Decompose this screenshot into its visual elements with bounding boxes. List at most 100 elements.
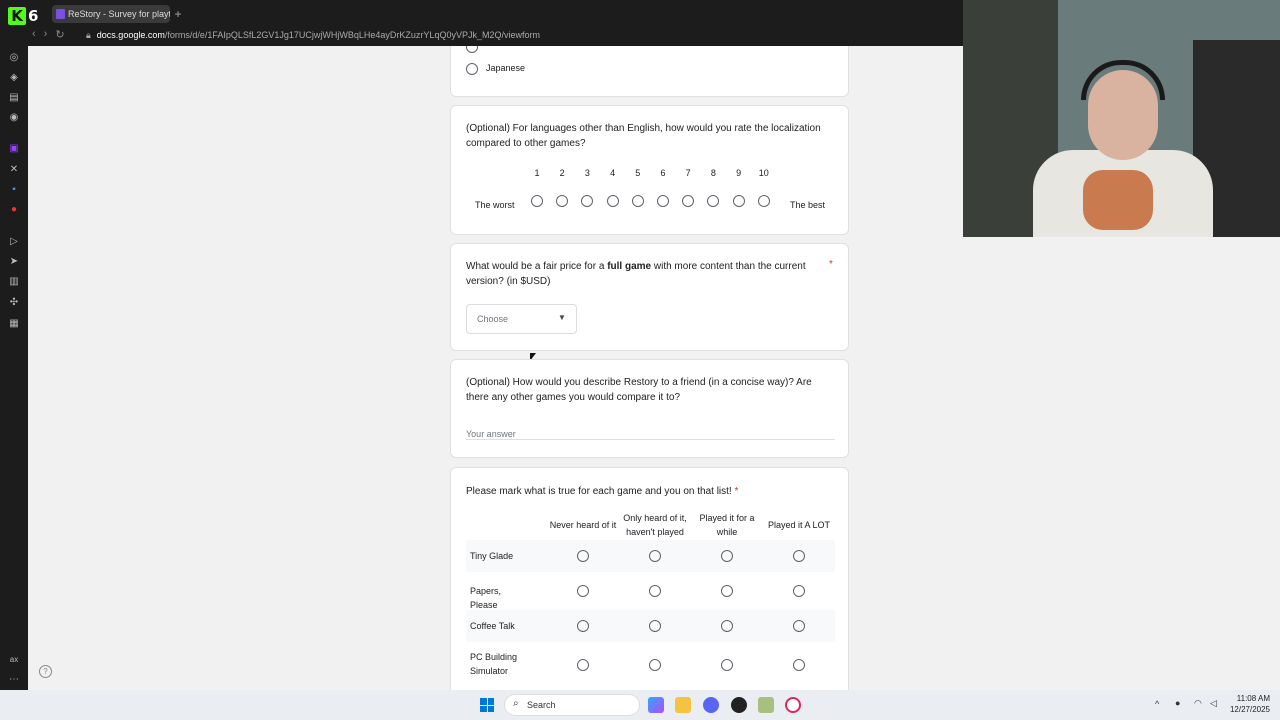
forward-icon[interactable]: › xyxy=(44,28,48,41)
more-icon[interactable]: ⋯ xyxy=(8,674,20,686)
record-icon[interactable]: ● xyxy=(8,204,20,216)
windows-start-icon[interactable] xyxy=(480,698,494,712)
tab-restory-survey[interactable]: ReStory - Survey for playte xyxy=(52,5,170,23)
grid-radio-1-2[interactable] xyxy=(649,550,661,562)
scale-radio-2[interactable] xyxy=(556,195,569,207)
grid-radio-1-3[interactable] xyxy=(721,550,733,562)
radio-partial[interactable] xyxy=(466,46,478,53)
grid-radio-3-2[interactable] xyxy=(649,620,661,632)
new-tab-button[interactable]: + xyxy=(172,6,184,22)
kick-logo[interactable]: K 6 xyxy=(8,6,44,26)
shield-icon[interactable]: ▪ xyxy=(8,184,20,196)
grid-radio-4-3[interactable] xyxy=(721,659,733,671)
grid-radio-1-4[interactable] xyxy=(793,550,805,562)
scale-radio-6[interactable] xyxy=(657,195,669,207)
grid-radio-4-1[interactable] xyxy=(577,659,589,671)
grid-question-text: Please mark what is true for each game a… xyxy=(466,484,738,499)
headset-icon xyxy=(1081,60,1165,100)
price-question-card: What would be a fair price for a full ga… xyxy=(450,243,849,351)
file-explorer-icon[interactable] xyxy=(675,697,691,713)
url-domain: docs.google.com xyxy=(96,30,165,40)
grid-column-header-3: Played it for a while xyxy=(699,513,755,537)
table-row: PC Building Simulator xyxy=(466,646,835,684)
sidebar-app-icon-2[interactable]: ◈ xyxy=(8,72,20,84)
scale-low-label: The worst xyxy=(475,200,515,210)
scale-radio-7[interactable] xyxy=(682,195,695,207)
grid-radio-1-1[interactable] xyxy=(577,550,589,562)
clock-time[interactable]: 11:08 AM xyxy=(1228,694,1270,703)
help-icon[interactable]: ? xyxy=(39,665,52,678)
sidebar-app-icon-4[interactable]: ◉ xyxy=(8,112,20,124)
back-icon[interactable]: ‹ xyxy=(32,28,36,41)
grid-radio-4-4[interactable] xyxy=(793,659,805,671)
copilot-icon[interactable] xyxy=(648,697,664,713)
scale-number-2: 2 xyxy=(559,168,565,178)
forms-favicon-icon xyxy=(56,9,65,19)
wifi-icon[interactable]: ◠ xyxy=(1194,698,1202,709)
wallet-icon[interactable]: ▦ xyxy=(8,318,20,330)
price-dropdown[interactable]: Choose ▼ xyxy=(466,304,577,334)
describe-question-card: (Optional) How would you describe Restor… xyxy=(450,359,849,458)
scale-number-3: 3 xyxy=(584,168,590,178)
twitch-icon[interactable]: ▣ xyxy=(8,143,20,155)
scale-radio-10[interactable] xyxy=(757,195,770,207)
scale-radio-3[interactable] xyxy=(581,195,594,207)
scale-number-10: 10 xyxy=(758,168,769,178)
opera-icon[interactable] xyxy=(785,697,801,713)
grid-row-label: PC Building Simulator xyxy=(470,652,518,676)
taskbar-search[interactable]: ⌕ Search xyxy=(504,694,640,716)
tray-chevron-icon[interactable]: ^ xyxy=(1155,699,1159,709)
grid-radio-2-4[interactable] xyxy=(793,585,805,597)
reload-icon[interactable]: ↻ xyxy=(55,28,64,41)
table-row: Papers, Please xyxy=(466,575,835,610)
address-bar[interactable]: 🔒︎ docs.google.com/forms/d/e/1FAIpQLSfL2… xyxy=(86,27,686,43)
scale-number-4: 4 xyxy=(610,168,616,178)
radio-japanese[interactable] xyxy=(466,63,478,75)
obs-icon[interactable] xyxy=(731,697,747,713)
x-icon[interactable]: ✕ xyxy=(8,164,20,176)
scale-radio-5[interactable] xyxy=(631,195,644,207)
grid-radio-3-3[interactable] xyxy=(721,620,733,632)
browser-toolbar: K 6 ReStory - Survey for playte + ‹ › ↻ … xyxy=(0,0,963,46)
answer-placeholder: Your answer xyxy=(466,429,516,439)
scale-radio-8[interactable] xyxy=(707,195,720,207)
grid-radio-3-1[interactable] xyxy=(577,620,589,632)
required-asterisk: * xyxy=(829,259,833,270)
grid-radio-3-4[interactable] xyxy=(793,620,805,632)
grid-radio-4-2[interactable] xyxy=(649,659,661,671)
scale-radio-1[interactable] xyxy=(531,195,543,207)
webcam-shirt-graphic xyxy=(1083,170,1153,230)
grid-radio-2-2[interactable] xyxy=(649,585,661,597)
grid-radio-2-1[interactable] xyxy=(577,585,589,597)
scale-radio-9[interactable] xyxy=(732,195,745,207)
clock-date[interactable]: 12/27/2025 xyxy=(1224,705,1270,714)
scale-number-7: 7 xyxy=(685,168,691,178)
scale-radio-4[interactable] xyxy=(606,195,619,207)
volume-icon[interactable]: ◁ xyxy=(1210,698,1217,709)
grid-radio-2-3[interactable] xyxy=(721,585,733,597)
nav-buttons: ‹ › ↻ xyxy=(32,28,65,41)
extension-icon[interactable]: ax xyxy=(8,654,20,666)
logo-number: 6 xyxy=(28,7,39,25)
google-form-page: Japanese (Optional) For languages other … xyxy=(28,46,963,690)
windows-taskbar: ⌕ Search ^ ● ◠ ◁ 11:08 AM 12/27/2025 xyxy=(0,690,1280,720)
localization-question-card: (Optional) For languages other than Engl… xyxy=(450,105,849,235)
scale-number-9: 9 xyxy=(736,168,742,178)
sidebar-app-icon-1[interactable]: ◎ xyxy=(8,52,20,64)
grid-column-header-2: Only heard of it, haven't played xyxy=(623,513,687,537)
puzzle-icon[interactable]: ✣ xyxy=(8,297,20,309)
describe-answer-input[interactable]: Your answer xyxy=(466,424,835,440)
microphone-icon[interactable]: ● xyxy=(1175,698,1180,708)
scale-number-8: 8 xyxy=(710,168,716,178)
send-icon[interactable]: ➤ xyxy=(8,256,20,268)
webcam-overlay xyxy=(963,0,1280,237)
game-icon[interactable] xyxy=(758,697,774,713)
scale-high-label: The best xyxy=(790,200,826,210)
map-icon[interactable]: ▥ xyxy=(8,276,20,288)
sidebar-app-icon-3[interactable]: ▤ xyxy=(8,92,20,104)
grid-row-label: Coffee Talk xyxy=(470,621,515,631)
k-logo-icon: K xyxy=(8,7,26,25)
discord-icon[interactable] xyxy=(703,697,719,713)
play-circle-icon[interactable]: ▷ xyxy=(8,236,20,248)
table-row: Tiny Glade xyxy=(466,540,835,572)
